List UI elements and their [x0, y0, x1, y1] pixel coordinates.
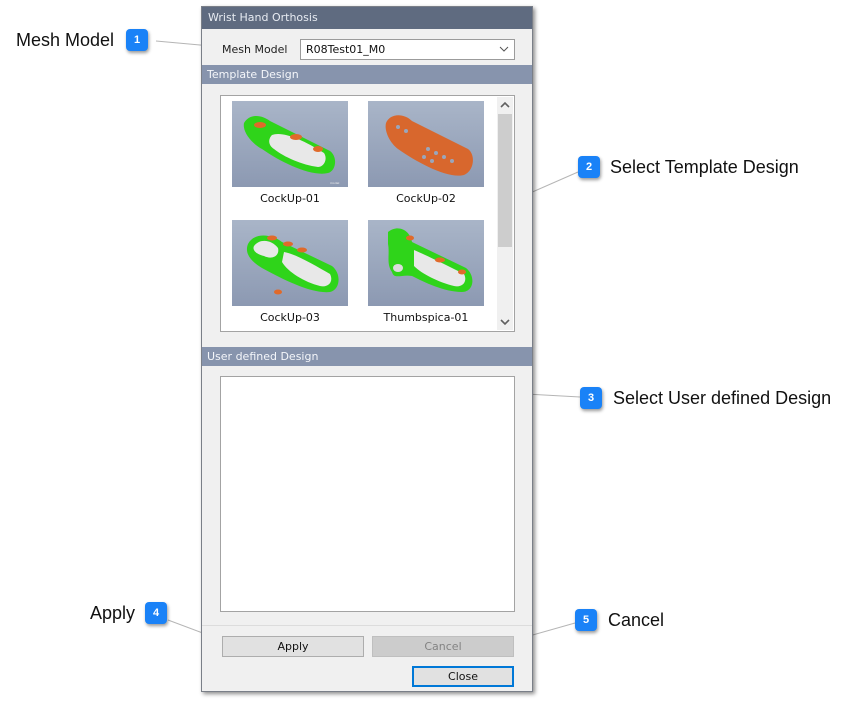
mesh-model-value: R08Test01_M0	[306, 43, 386, 56]
callout-badge: 2	[578, 156, 600, 178]
mesh-model-label: Mesh Model	[222, 43, 288, 56]
scroll-up-arrow-icon[interactable]	[497, 97, 513, 113]
callout-text: Mesh Model	[16, 29, 115, 50]
orthosis-model-image	[246, 235, 339, 295]
user-defined-design-header: User defined Design	[202, 347, 532, 366]
apply-button[interactable]: Apply	[222, 636, 364, 657]
template-label: CockUp-03	[260, 311, 320, 324]
orthosis-model-image	[388, 228, 473, 292]
callout-badge: 3	[580, 387, 602, 409]
template-label: Thumbspica-01	[383, 311, 469, 324]
template-thumbnail	[232, 220, 348, 306]
callout-3: 3 Select User defined Design	[580, 387, 831, 409]
orthosis-model-image	[385, 115, 473, 176]
callout-text: Select User defined Design	[613, 387, 832, 408]
mesh-model-row: Mesh Model R08Test01_M0	[202, 37, 532, 63]
template-label: CockUp-02	[396, 192, 456, 205]
callout-badge: 4	[145, 602, 168, 624]
callout-text: Select Template Design	[610, 156, 799, 177]
template-thumbnail	[368, 101, 484, 187]
close-button[interactable]: Close	[412, 666, 514, 687]
template-design-list: model CockUp-01 CockUp-02 CockUp-03 Thum…	[220, 95, 515, 332]
mesh-model-dropdown[interactable]: R08Test01_M0	[300, 39, 515, 60]
callout-badge: 1	[126, 29, 149, 51]
cancel-button[interactable]: Cancel	[372, 636, 514, 657]
callout-text: Cancel	[608, 609, 665, 630]
button-divider	[202, 625, 532, 626]
template-thumbnail: model	[232, 101, 348, 187]
user-defined-design-list[interactable]	[220, 376, 515, 612]
scroll-down-arrow-icon[interactable]	[497, 314, 513, 330]
svg-text:model: model	[330, 181, 340, 185]
dialog-title: Wrist Hand Orthosis	[202, 7, 532, 29]
template-label: CockUp-01	[260, 192, 320, 205]
scrollbar-thumb[interactable]	[498, 114, 512, 247]
callout-badge: 5	[575, 609, 597, 631]
callout-text: Apply	[90, 602, 136, 623]
callout-4: Apply 4	[90, 602, 168, 624]
template-scrollbar[interactable]	[497, 97, 513, 330]
callout-2: 2 Select Template Design	[578, 156, 799, 178]
template-design-header: Template Design	[202, 65, 532, 84]
callout-1: Mesh Model 1	[16, 29, 149, 51]
template-thumbnail	[368, 220, 484, 306]
chevron-down-icon	[499, 46, 509, 52]
callout-5: 5 Cancel	[575, 609, 664, 631]
orthosis-model-image: model	[243, 116, 340, 185]
wrist-hand-orthosis-dialog: Wrist Hand Orthosis Mesh Model R08Test01…	[201, 6, 533, 692]
